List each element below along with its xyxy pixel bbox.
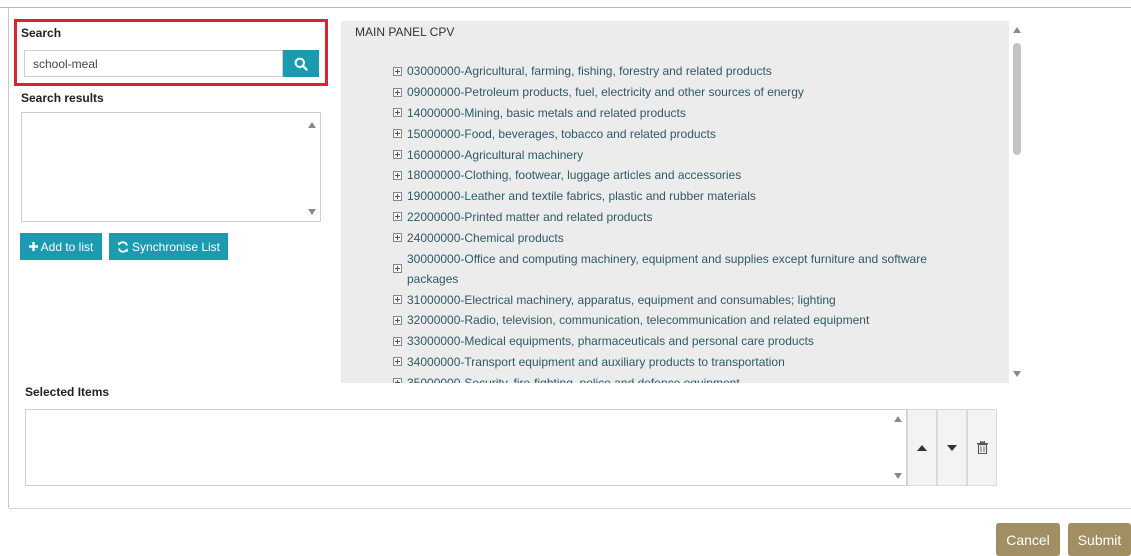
tree-item-label: 24000000-Chemical products: [407, 230, 564, 245]
tree-item[interactable]: 22000000-Printed matter and related prod…: [393, 207, 973, 228]
submit-label: Submit: [1077, 531, 1122, 548]
tree-item[interactable]: 35000000-Security, fire-fighting, police…: [393, 372, 973, 383]
expand-icon[interactable]: [393, 150, 402, 160]
arrow-down-icon[interactable]: [894, 473, 902, 479]
tree-item-label: 16000000-Agricultural machinery: [407, 147, 584, 162]
scrollbar-thumb[interactable]: [1013, 43, 1021, 155]
tree-item-label: 03000000-Agricultural, farming, fishing,…: [407, 64, 772, 79]
cpv-tree: 03000000-Agricultural, farming, fishing,…: [393, 61, 973, 383]
tree-item-label: 31000000-Electrical machinery, apparatus…: [407, 292, 836, 307]
arrow-up-icon: [917, 444, 927, 451]
tree-item[interactable]: 34000000-Transport equipment and auxilia…: [393, 352, 973, 373]
tree-item[interactable]: 24000000-Chemical products: [393, 227, 973, 248]
tree-item-label: 09000000-Petroleum products, fuel, elect…: [407, 85, 804, 100]
tree-item-label: 30000000-Office and computing machinery,…: [407, 251, 927, 286]
expand-icon[interactable]: [393, 315, 402, 325]
cancel-button[interactable]: Cancel: [996, 523, 1060, 556]
tree-item[interactable]: 30000000-Office and computing machinery,…: [393, 248, 973, 289]
add-to-list-button[interactable]: Add to list: [20, 233, 102, 260]
tree-item[interactable]: 03000000-Agricultural, farming, fishing,…: [393, 61, 973, 82]
tree-item-label: 14000000-Mining, basic metals and relate…: [407, 105, 686, 120]
tree-item[interactable]: 19000000-Leather and textile fabrics, pl…: [393, 186, 973, 207]
panel-title: MAIN PANEL CPV: [355, 25, 455, 39]
left-divider: [8, 8, 9, 508]
search-results-label: Search results: [21, 91, 104, 105]
expand-icon[interactable]: [393, 264, 402, 274]
arrow-up-icon[interactable]: [1013, 27, 1021, 33]
tree-item[interactable]: 18000000-Clothing, footwear, luggage art…: [393, 165, 973, 186]
arrow-down-icon[interactable]: [1013, 371, 1021, 377]
submit-button[interactable]: Submit: [1068, 523, 1131, 556]
selected-items-scrollbar[interactable]: [890, 410, 906, 485]
cancel-label: Cancel: [1006, 531, 1050, 548]
arrow-down-icon: [947, 444, 957, 451]
expand-icon[interactable]: [393, 108, 402, 118]
expand-icon[interactable]: [393, 66, 402, 76]
search-results-scrollbar[interactable]: [304, 113, 320, 221]
tree-item-label: 18000000-Clothing, footwear, luggage art…: [407, 168, 742, 183]
plus-icon: [28, 242, 38, 251]
search-label: Search: [21, 26, 62, 40]
add-to-list-label: Add to list: [40, 239, 94, 254]
move-up-button[interactable]: [907, 409, 937, 486]
tree-item[interactable]: 14000000-Mining, basic metals and relate…: [393, 103, 973, 124]
move-down-button[interactable]: [937, 409, 967, 486]
tree-item[interactable]: 33000000-Medical equipments, pharmaceuti…: [393, 331, 973, 352]
panel-scrollbar[interactable]: [1009, 21, 1027, 383]
tree-item-label: 19000000-Leather and textile fabrics, pl…: [407, 189, 756, 204]
search-icon: [294, 57, 308, 71]
arrow-up-icon[interactable]: [894, 416, 902, 422]
window-top-bar: [0, 0, 1131, 8]
main-panel-cpv[interactable]: MAIN PANEL CPV 03000000-Agricultural, fa…: [341, 21, 1027, 383]
tree-item[interactable]: 15000000-Food, beverages, tobacco and re…: [393, 123, 973, 144]
trash-icon: [976, 441, 988, 454]
selected-items-list[interactable]: [25, 409, 907, 486]
expand-icon[interactable]: [393, 129, 402, 139]
expand-icon[interactable]: [393, 378, 402, 383]
synchronise-list-button[interactable]: Synchronise List: [109, 233, 228, 260]
tree-item-label: 34000000-Transport equipment and auxilia…: [407, 354, 785, 369]
tree-item-label: 22000000-Printed matter and related prod…: [407, 209, 653, 224]
refresh-icon: [117, 240, 129, 253]
search-input[interactable]: [24, 50, 283, 77]
expand-icon[interactable]: [393, 170, 402, 180]
synchronise-list-label: Synchronise List: [131, 239, 221, 254]
tree-item[interactable]: 31000000-Electrical machinery, apparatus…: [393, 289, 973, 310]
arrow-down-icon[interactable]: [308, 209, 316, 215]
expand-icon[interactable]: [393, 357, 402, 367]
expand-icon[interactable]: [393, 191, 402, 201]
tree-item[interactable]: 16000000-Agricultural machinery: [393, 144, 973, 165]
search-button[interactable]: [283, 50, 319, 77]
delete-button[interactable]: [967, 409, 997, 486]
expand-icon[interactable]: [393, 87, 402, 97]
expand-icon[interactable]: [393, 336, 402, 346]
expand-icon[interactable]: [393, 295, 402, 305]
expand-icon[interactable]: [393, 233, 402, 243]
tree-item-label: 33000000-Medical equipments, pharmaceuti…: [407, 334, 814, 349]
tree-item[interactable]: 09000000-Petroleum products, fuel, elect…: [393, 82, 973, 103]
tree-item-label: 32000000-Radio, television, communicatio…: [407, 313, 870, 328]
tree-item[interactable]: 32000000-Radio, television, communicatio…: [393, 310, 973, 331]
arrow-up-icon[interactable]: [308, 122, 316, 128]
tree-item-label: 35000000-Security, fire-fighting, police…: [407, 375, 740, 383]
footer-divider: [9, 508, 1131, 509]
selected-items-label: Selected Items: [25, 385, 110, 399]
search-results-list[interactable]: [21, 112, 321, 222]
tree-item-label: 15000000-Food, beverages, tobacco and re…: [407, 126, 716, 141]
expand-icon[interactable]: [393, 212, 402, 222]
